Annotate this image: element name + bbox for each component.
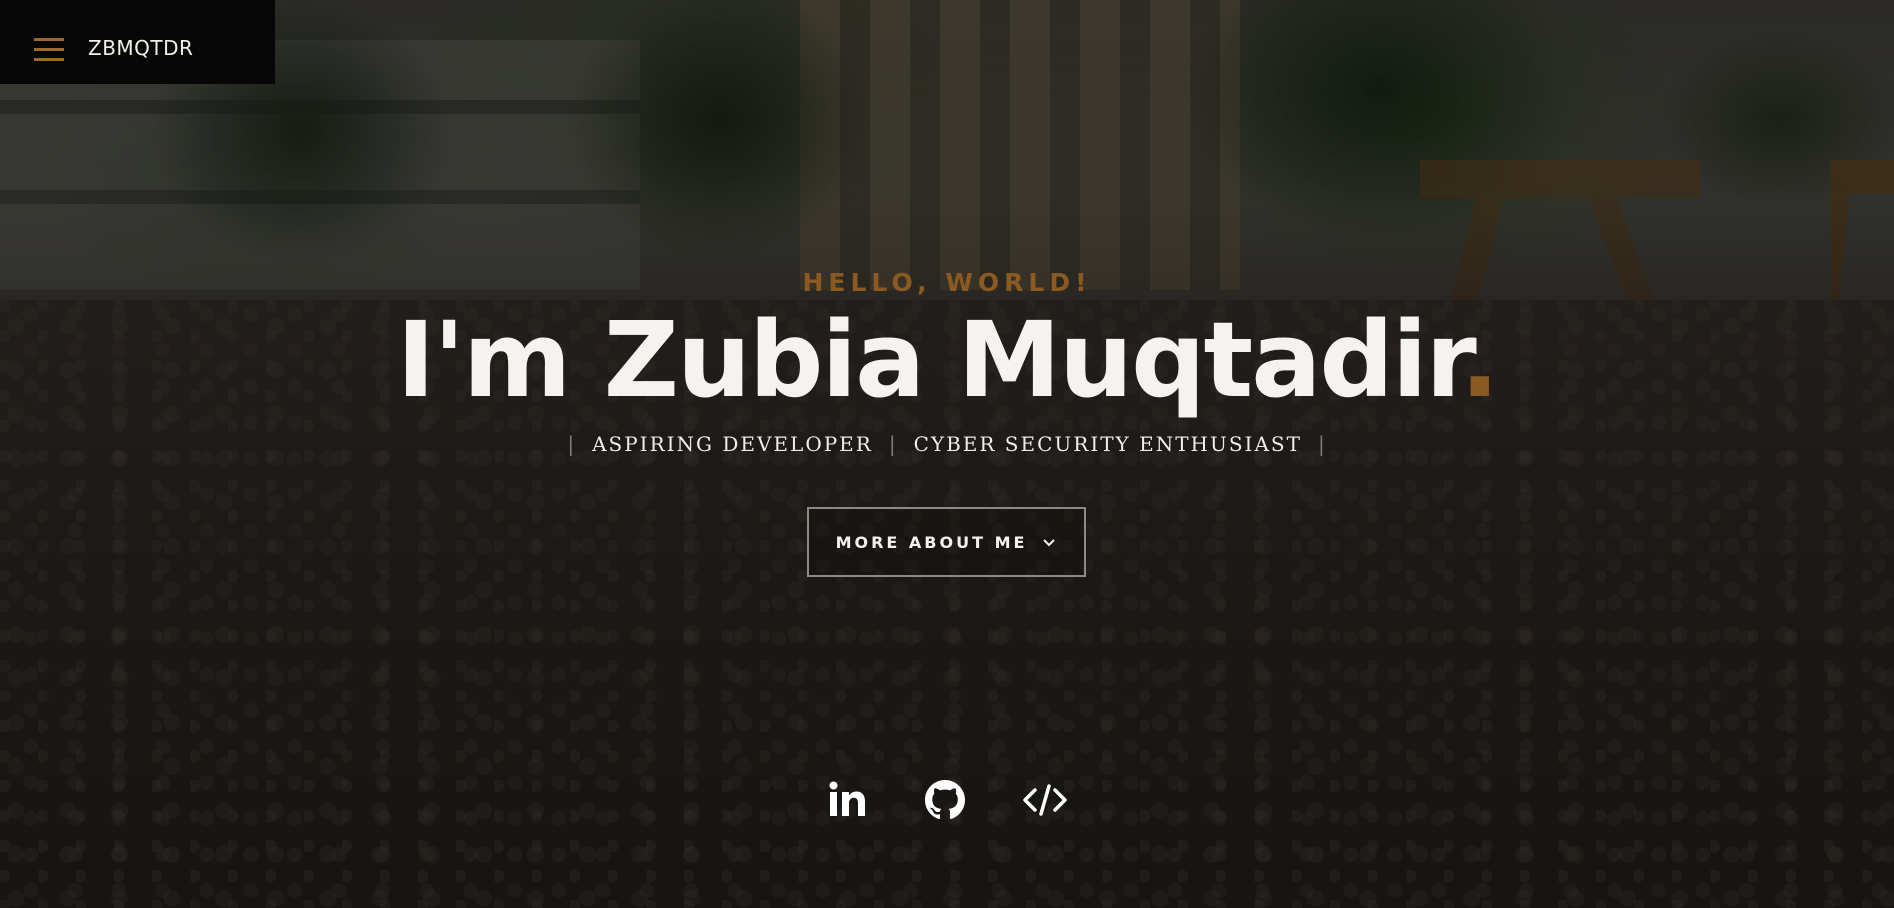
hero-intro-text: HELLO, WORLD! <box>802 268 1092 297</box>
hero-roles: | ASPIRING DEVELOPER | CYBER SECURITY ENTHU… <box>0 432 1894 456</box>
role-cyber-security: CYBER SECURITY ENTHUSIAST <box>913 432 1302 456</box>
social-links <box>0 780 1894 830</box>
hero-name: I'm Zubia Muqtadir <box>396 299 1462 421</box>
github-icon[interactable] <box>925 780 965 825</box>
hamburger-menu-icon[interactable] <box>34 38 66 62</box>
site-logo[interactable]: ZBMQTDR <box>88 36 193 60</box>
more-about-me-label: MORE ABOUT ME <box>835 532 1028 552</box>
headline-accent-dot: . <box>1459 299 1499 421</box>
chevron-down-icon <box>1043 539 1056 547</box>
role-separator: | <box>888 432 898 456</box>
more-about-me-button[interactable]: MORE ABOUT ME <box>807 507 1086 577</box>
hero-headline: I'm Zubia Muqtadir. <box>0 300 1894 420</box>
role-developer: ASPIRING DEVELOPER <box>592 432 873 456</box>
site-header: ZBMQTDR <box>0 0 275 84</box>
linkedin-icon[interactable] <box>828 780 868 825</box>
role-separator: | <box>567 432 577 456</box>
role-separator: | <box>1317 432 1327 456</box>
code-icon[interactable] <box>1022 780 1068 825</box>
